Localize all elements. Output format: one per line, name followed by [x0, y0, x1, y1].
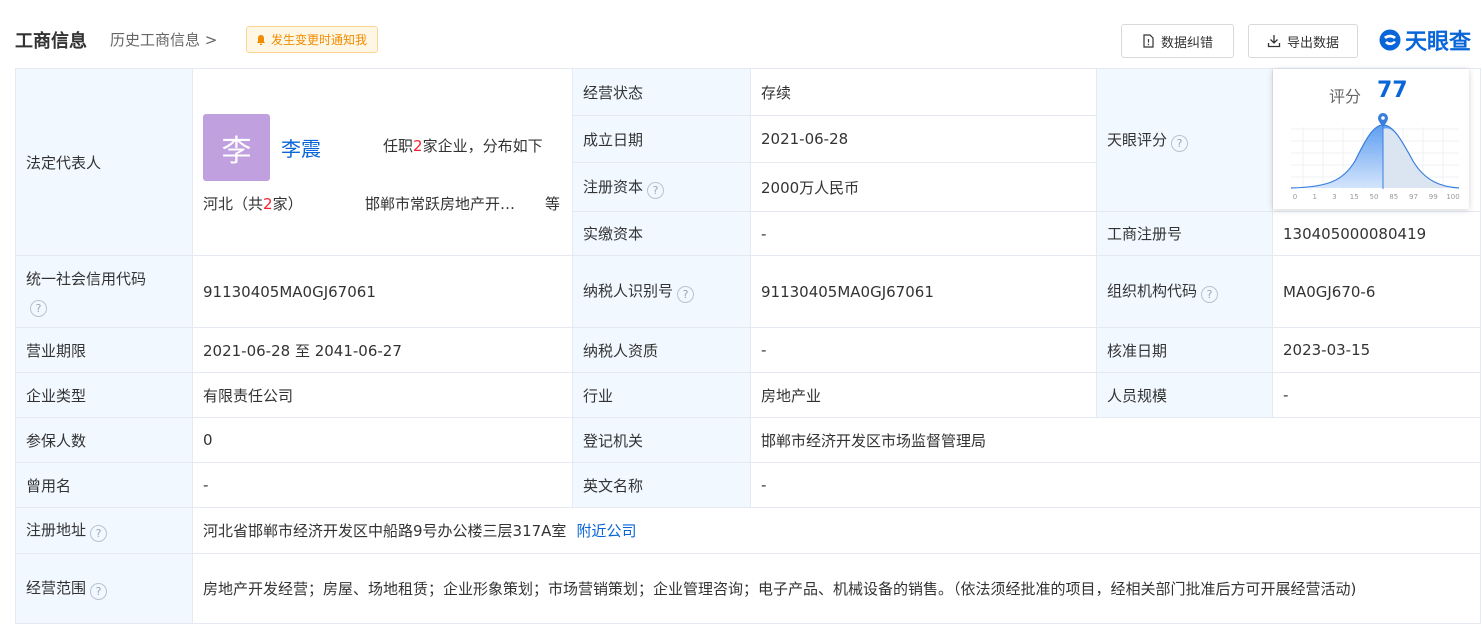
- help-icon[interactable]: ?: [1171, 134, 1189, 152]
- tax-id-label: 纳税人识别号?: [572, 255, 751, 328]
- term-value: 2021-06-28 至 2041-06-27: [192, 327, 573, 373]
- help-icon[interactable]: ?: [647, 181, 665, 199]
- credit-code-value: 91130405MA0GJ67061: [192, 255, 573, 328]
- former-name-label: 曾用名: [15, 462, 193, 508]
- insured-value: 0: [192, 417, 573, 463]
- legal-rep-label: 法定代表人: [15, 68, 193, 256]
- document-icon: [1143, 34, 1154, 48]
- tax-id-value: 91130405MA0GJ67061: [750, 255, 1097, 328]
- score-tick-label: 50: [1370, 193, 1379, 201]
- tax-qual-label: 纳税人资质: [572, 327, 751, 373]
- address-value: 河北省邯郸市经济开发区中船路9号办公楼三层317A室 附近公司: [192, 507, 1481, 554]
- status-value: 存续: [750, 68, 1097, 116]
- export-data-label: 导出数据: [1286, 35, 1339, 51]
- insured-label: 参保人数: [15, 417, 193, 463]
- help-icon[interactable]: ?: [30, 299, 47, 317]
- section-header: 工商信息 历史工商信息 > 发生变更时通知我 数据纠错 导出数据 天眼查: [0, 0, 1482, 68]
- score-tick-label: 3: [1332, 193, 1336, 201]
- export-data-button[interactable]: 导出数据: [1248, 24, 1358, 58]
- approve-date-value: 2023-03-15: [1272, 327, 1481, 373]
- credit-code-label: 统一社会信用代码?: [15, 255, 193, 328]
- authority-label: 登记机关: [572, 417, 751, 463]
- logo-icon: [1379, 29, 1401, 51]
- legal-rep-name[interactable]: 李震: [281, 133, 321, 162]
- staff-size-value: -: [1272, 372, 1481, 418]
- reg-no-label: 工商注册号: [1096, 211, 1273, 256]
- score-tick-label: 0: [1293, 193, 1297, 201]
- score-distribution-chart: 0 1 3 15 50 85 97 99 100: [1290, 113, 1460, 201]
- history-link[interactable]: 历史工商信息 >: [110, 29, 217, 50]
- reg-no-value: 130405000080419: [1272, 211, 1481, 256]
- paid-capital-label: 实缴资本: [572, 211, 751, 256]
- industry-label: 行业: [572, 372, 751, 418]
- help-icon[interactable]: ?: [90, 525, 108, 542]
- english-name-value: -: [750, 462, 1481, 508]
- score-tick-label: 1: [1313, 193, 1317, 201]
- company-type-label: 企业类型: [15, 372, 193, 418]
- former-name-value: -: [192, 462, 573, 508]
- notify-button[interactable]: 发生变更时通知我: [246, 26, 379, 53]
- bell-icon: [257, 34, 265, 45]
- english-name-label: 英文名称: [572, 462, 751, 508]
- help-icon[interactable]: ?: [1201, 286, 1219, 303]
- help-icon[interactable]: ?: [90, 583, 108, 600]
- score-tick-label: 15: [1350, 193, 1359, 201]
- avatar[interactable]: 李: [203, 114, 270, 181]
- term-label: 营业期限: [15, 327, 193, 373]
- scope-label: 经营范围?: [15, 553, 193, 624]
- address-label: 注册地址?: [15, 507, 193, 554]
- org-code-value: MA0GJ670-6: [1272, 255, 1481, 328]
- score-card[interactable]: 评分 77 0 1 3 15 50 85 97 99 100: [1273, 69, 1469, 209]
- tax-qual-value: -: [750, 327, 1097, 373]
- nearby-companies-link[interactable]: 附近公司: [576, 522, 636, 540]
- legal-rep-region[interactable]: 河北（共2家）: [203, 193, 303, 214]
- status-label: 经营状态: [572, 68, 751, 116]
- download-icon: [1267, 35, 1281, 48]
- legal-rep-positions: 任职2家企业，分布如下: [383, 137, 543, 155]
- reg-capital-value: 2000万人民币: [750, 162, 1097, 212]
- notify-label: 发生变更时通知我: [271, 33, 368, 47]
- authority-value: 邯郸市经济开发区市场监督管理局: [750, 417, 1481, 463]
- legal-rep-more: 等: [545, 195, 561, 213]
- score-tick-label: 97: [1409, 193, 1418, 201]
- paid-capital-value: -: [750, 211, 1097, 256]
- history-label: 历史工商信息: [110, 31, 201, 49]
- score-tick-label: 99: [1429, 193, 1438, 201]
- score-tick-label: 100: [1446, 193, 1459, 201]
- found-date-label: 成立日期: [572, 115, 751, 163]
- help-icon[interactable]: ?: [677, 286, 695, 303]
- org-code-label: 组织机构代码?: [1096, 255, 1273, 328]
- correct-data-label: 数据纠错: [1160, 35, 1213, 51]
- legal-rep-company[interactable]: 邯郸市常跃房地产开…: [365, 193, 515, 214]
- score-label: 天眼评分?: [1096, 68, 1273, 212]
- legal-rep-cell: 李 李震 任职2家企业，分布如下 河北（共2家） 邯郸市常跃房地产开… 等: [192, 68, 573, 256]
- approve-date-label: 核准日期: [1096, 327, 1273, 373]
- found-date-value: 2021-06-28: [750, 115, 1097, 163]
- tianyancha-logo: 天眼查: [1378, 24, 1471, 56]
- score-marker-icon: [1378, 113, 1388, 127]
- chevron-right-icon: >: [200, 31, 218, 49]
- business-info-table: 法定代表人 李 李震 任职2家企业，分布如下 河北（共2家） 邯郸市常跃房地产开…: [15, 68, 1481, 624]
- industry-value: 房地产业: [750, 372, 1097, 418]
- section-title: 工商信息: [15, 31, 87, 52]
- company-type-value: 有限责任公司: [192, 372, 573, 418]
- scope-value: 房地产开发经营；房屋、场地租赁；企业形象策划；市场营销策划；企业管理咨询；电子产…: [192, 553, 1481, 624]
- staff-size-label: 人员规模: [1096, 372, 1273, 418]
- correct-data-button[interactable]: 数据纠错: [1121, 24, 1234, 58]
- reg-capital-label: 注册资本?: [572, 162, 751, 212]
- score-tick-label: 85: [1389, 193, 1398, 201]
- logo-text: 天眼查: [1405, 30, 1472, 55]
